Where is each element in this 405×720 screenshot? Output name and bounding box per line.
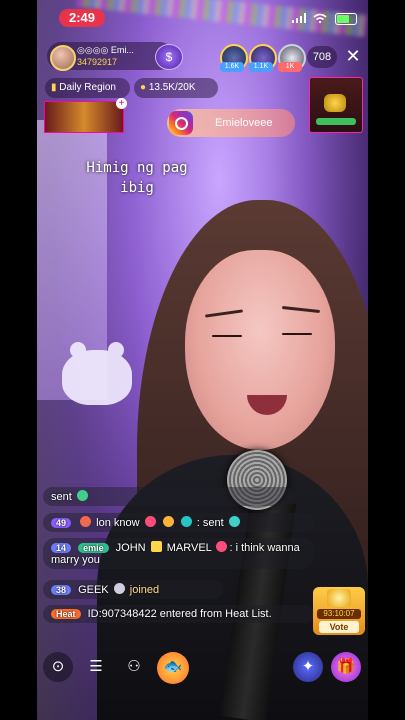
goal-progress[interactable]: ● 13.5K/20K [134,78,218,98]
crown-icon [162,516,174,527]
chat-message-2: 49 lon know : sent [43,513,314,532]
level-badge: 14 [51,543,72,553]
heart-icon [76,490,88,501]
chat-user[interactable]: lon know [96,517,139,529]
instagram-icon [169,111,193,135]
chat-text: joined [129,584,160,596]
dollar-badge-icon[interactable]: $ [155,44,183,70]
trophy-icon [327,589,351,607]
rose-gift-icon[interactable]: ✦ [293,652,323,682]
vote-widget[interactable]: 93:10:07 Vote [313,587,365,635]
instagram-handle: Emieloveee [215,117,273,129]
chat-message-3: 14 emie JOHN MARVEL : i think wanna marr… [43,538,314,569]
chat-text: sent [51,491,72,503]
plus-icon[interactable]: + [116,98,127,109]
crown-icon [150,541,162,552]
goal-label: 13.5K/20K [148,82,196,93]
chat-text: sent [202,517,224,529]
viewer-tag-3: 1K [278,62,302,72]
host-avatar[interactable] [50,45,76,71]
bar-chart-icon: ▮ [51,82,57,93]
level-badge: 49 [51,518,72,528]
viewer-tag-2: 1.1K [249,62,273,72]
fishing-game-icon[interactable]: 🐟 [157,652,189,684]
event-progress-bar [316,118,356,125]
chat-user[interactable]: JOHN [116,542,146,554]
vote-timer: 93:10:07 [317,609,361,619]
wifi-icon [313,13,327,23]
viewer-tag-1: 1.6K [220,62,244,72]
host-score: 34792917 [77,57,118,67]
badge-icon [80,516,92,527]
chat-text: entered from Heat List. [159,608,272,620]
instagram-badge[interactable]: Emieloveee [167,109,295,137]
heart-icon [216,541,228,552]
lyrics-line-1: Himig ng pag [86,160,188,176]
chat-user[interactable]: GEEK [78,584,109,596]
gift-event-box[interactable] [309,77,363,133]
chat-bubble-icon[interactable]: ⊙ [43,652,73,682]
level-badge: 38 [51,585,72,595]
event-banner[interactable]: + [44,98,127,133]
status-bar: 2:49 [37,0,368,36]
heart-icon [228,516,240,527]
lyrics-line-2: ibig [120,180,154,196]
daily-region-button[interactable]: ▮ Daily Region [45,78,130,98]
chat-message-4: 38 GEEK joined [43,580,224,599]
check-icon [180,516,192,527]
share-users-icon[interactable]: ⚇ [119,652,149,682]
plush-bear [62,342,132,405]
treasure-icon [324,94,346,112]
gift-icon[interactable]: 🎁 [331,652,361,682]
coin-icon: ● [140,82,147,93]
chat-user-2[interactable]: MARVEL [167,542,212,554]
chat-user[interactable]: ID:907348422 [88,608,157,620]
left-eye [212,335,242,337]
chat-message-5: Heat ID:907348422 entered from Heat List… [43,605,314,623]
host-card[interactable]: ◎◎◎◎ Emi... 34792917 $ [47,42,183,71]
close-icon[interactable]: ✕ [343,46,363,66]
daily-region-label: Daily Region [59,82,116,93]
viewer-count[interactable]: 708 [307,46,337,68]
live-stream-view: 2:49 ◎◎◎◎ Emi... 34792917 $ 1.6K 1.1K 1K… [37,0,368,720]
streamer-face [185,250,335,450]
menu-icon[interactable]: ☰ [81,652,111,682]
status-time: 2:49 [59,9,105,27]
cellular-signal-icon [292,13,306,23]
vote-button[interactable]: Vote [319,621,359,633]
host-name: ◎◎◎◎ Emi... [77,45,134,55]
heart-icon [144,516,156,527]
bunny-icon [113,583,125,594]
fan-badge: emie [78,543,109,553]
battery-icon [335,13,357,25]
chat-message-1: sent [43,487,294,506]
lyrics-overlay: Himig ng pag ibig [62,158,212,198]
right-eye [282,333,312,335]
heat-badge: Heat [51,609,81,619]
